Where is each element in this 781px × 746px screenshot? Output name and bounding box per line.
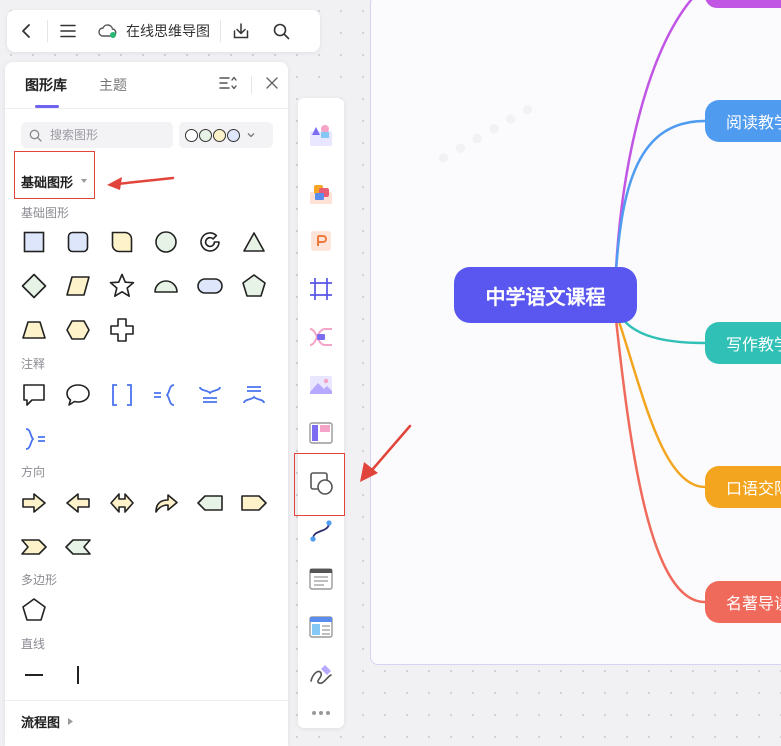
mindmap-node-reading[interactable]: 阅读教学 (705, 100, 781, 142)
branch-line-speaking (613, 309, 706, 489)
mindmap-node-speaking[interactable]: 口语交际 (705, 466, 781, 508)
branch-line-reading (613, 119, 706, 291)
mindmap-node-top[interactable] (705, 0, 781, 8)
mindmap-central-node[interactable]: 中学语文课程 (454, 267, 637, 323)
annotation-arrow (370, 424, 412, 472)
branch-line-top (613, 0, 693, 291)
mindmap-connectors (360, 0, 706, 604)
mindmap-node-classics[interactable]: 名著导读 (705, 581, 781, 623)
mindmap-node-writing[interactable]: 写作教学 (705, 322, 781, 364)
